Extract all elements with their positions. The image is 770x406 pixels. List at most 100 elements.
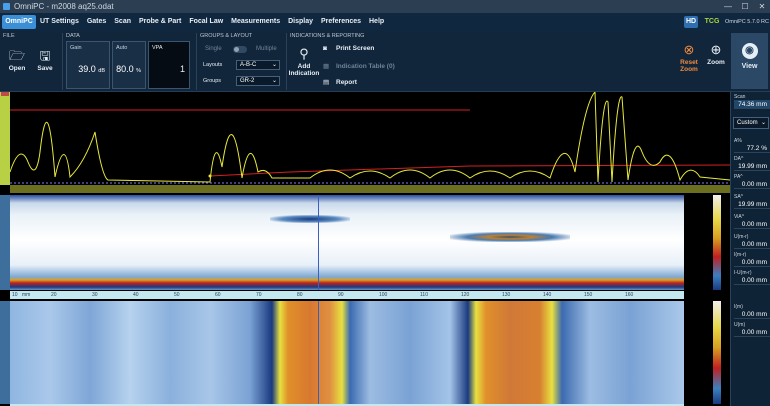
ruler-tick-label: 140 [543, 292, 552, 298]
tcg-badge[interactable]: TCG [704, 16, 720, 28]
menu-items: UT Settings Gates Scan Probe & Part Foca… [40, 13, 390, 31]
groups-select[interactable]: GR-2 ⌄ [236, 76, 280, 86]
menu-probe-part[interactable]: Probe & Part [139, 18, 181, 25]
indications-label: INDICATIONS & REPORTING [290, 33, 365, 39]
reading-item: U(m-r) 0.00 mm [734, 234, 770, 249]
print-screen-button[interactable]: ◙ Print Screen [323, 45, 374, 52]
reading-label: A% [734, 138, 742, 144]
table-icon: ▦ [323, 63, 330, 70]
reading-item: DA^ 19.99 mm [734, 156, 770, 171]
ruler-tick-label: 20 [51, 292, 57, 298]
add-indication-button[interactable]: ⚲ Add Indication [288, 46, 320, 78]
ruler-tick-label: 120 [461, 292, 470, 298]
ruler-tick-label: 40 [133, 292, 139, 298]
divider [62, 33, 63, 90]
reading-value: 19.99 mm [734, 162, 770, 171]
a-scan-ruler [10, 185, 730, 193]
file-group-label: FILE [3, 33, 15, 39]
maximize-button[interactable]: ☐ [737, 0, 753, 13]
a-scan-view[interactable] [0, 92, 730, 185]
indication-blob [450, 232, 570, 242]
scan-cursor[interactable] [318, 301, 319, 404]
ruler-tick-label: 110 [420, 292, 428, 298]
open-button[interactable]: 🗁 Open [5, 49, 29, 73]
c-scan-vertical-ruler [0, 301, 10, 404]
menu-ut-settings[interactable]: UT Settings [40, 18, 79, 25]
ruler-tick-label: 90 [338, 292, 344, 298]
vpa-label: VPA [152, 45, 163, 51]
readings-mode-select[interactable]: Custom ⌄ [733, 117, 769, 129]
groups-layout-label: GROUPS & LAYOUT [200, 33, 253, 39]
chevron-down-icon: ⌄ [271, 62, 277, 68]
scan-views: 10 20 30 40 50 60 70 80 90 100 110 120 130 140 150 160 m… [0, 92, 730, 406]
reading-item: A% 77.2 % [734, 138, 770, 153]
menu-measurements[interactable]: Measurements [231, 18, 280, 25]
ruler-tick-label: 60 [215, 292, 221, 298]
reading-value: 0.00 mm [734, 220, 770, 229]
app-window: { "window":{"title":"OmniPC - m2008 aq25… [0, 0, 770, 406]
hd-badge[interactable]: HD [684, 16, 698, 28]
ruler-tick-label: 100 [379, 292, 388, 298]
c-scan-view[interactable] [10, 301, 684, 404]
b-scan-color-palette [713, 195, 721, 290]
menu-gates[interactable]: Gates [87, 18, 106, 25]
app-logo-icon [3, 3, 10, 10]
layouts-label: Layouts [203, 62, 223, 68]
reading-value: 0.00 mm [734, 310, 770, 319]
reading-value: 0.00 mm [734, 180, 770, 189]
ruler-tick-label: 150 [584, 292, 593, 298]
window-title: OmniPC - m2008 aq25.odat [14, 2, 114, 11]
report-button[interactable]: ▤ Report [323, 78, 357, 86]
divider [196, 33, 197, 90]
report-icon: ▤ [323, 79, 330, 86]
ribbon: FILE 🗁 Open 🖫 Save DATA Gain 39.0 dB Aut… [0, 31, 770, 92]
menu-display[interactable]: Display [288, 18, 313, 25]
save-label: Save [37, 65, 53, 72]
vpa-control[interactable]: VPA 1 [148, 41, 190, 89]
ruler-unit: mm [22, 292, 31, 298]
indication-blob [270, 215, 350, 223]
reading-item: I-U(m-r) 0.00 mm [734, 270, 770, 285]
reading-item: ViA^ 0.00 mm [734, 214, 770, 229]
save-icon: 🖫 [39, 48, 51, 63]
divider [286, 33, 287, 90]
reading-value: 19.99 mm [734, 200, 770, 209]
single-option[interactable]: Single [205, 46, 222, 52]
reading-value: 77.2 % [734, 144, 770, 153]
reset-zoom-button[interactable]: ⊗ Reset Zoom [676, 42, 702, 74]
pin-icon: ⚲ [299, 46, 309, 61]
menu-scan[interactable]: Scan [114, 18, 131, 25]
auto-value: 80.0 % [116, 64, 141, 74]
menu-preferences[interactable]: Preferences [321, 18, 361, 25]
chevron-down-icon: ⌄ [271, 78, 277, 84]
a-scan-waveform [10, 92, 730, 184]
vpa-value: 1 [179, 64, 185, 74]
save-button[interactable]: 🖫 Save [33, 48, 57, 73]
gain-control[interactable]: Gain 39.0 dB [66, 41, 110, 89]
view-button[interactable]: ◉ View [731, 33, 768, 89]
reset-zoom-icon: ⊗ [683, 42, 695, 57]
c-scan-color-palette [713, 301, 721, 404]
multiple-option[interactable]: Multiple [256, 46, 277, 52]
indication-table-button[interactable]: ▦ Indication Table (0) [323, 62, 395, 70]
readings-panel: Scan 74.36 mm Custom ⌄ A% 77.2 % DA^ 19.99 m… [730, 92, 770, 406]
menu-help[interactable]: Help [369, 18, 384, 25]
omnipc-menu-button[interactable]: OmniPC [2, 15, 36, 29]
reading-item: I(m-r) 0.00 mm [734, 252, 770, 267]
single-multiple-toggle[interactable] [233, 46, 247, 53]
b-scan-view[interactable] [10, 195, 684, 290]
reading-value: 0.00 mm [734, 258, 770, 267]
close-button[interactable]: ✕ [754, 0, 770, 13]
ruler-tick-label: 50 [174, 292, 180, 298]
auto-control[interactable]: Auto 80.0 % [112, 41, 146, 89]
version-label: OmniPC 5.7.0 RC [724, 19, 769, 25]
chevron-down-icon: ⌄ [760, 120, 766, 126]
ruler-tick-label: 80 [297, 292, 303, 298]
menu-focal-law[interactable]: Focal Law [189, 18, 223, 25]
groups-label: Groups [203, 78, 222, 84]
scan-axis-ruler: 10 20 30 40 50 60 70 80 90 100 110 120 130 140 150 160 m… [10, 291, 684, 299]
zoom-button[interactable]: ⊕ Zoom [704, 43, 728, 67]
minimize-button[interactable]: — [720, 0, 736, 13]
layouts-select[interactable]: A-B-C ⌄ [236, 60, 280, 70]
scan-cursor[interactable] [318, 195, 319, 290]
